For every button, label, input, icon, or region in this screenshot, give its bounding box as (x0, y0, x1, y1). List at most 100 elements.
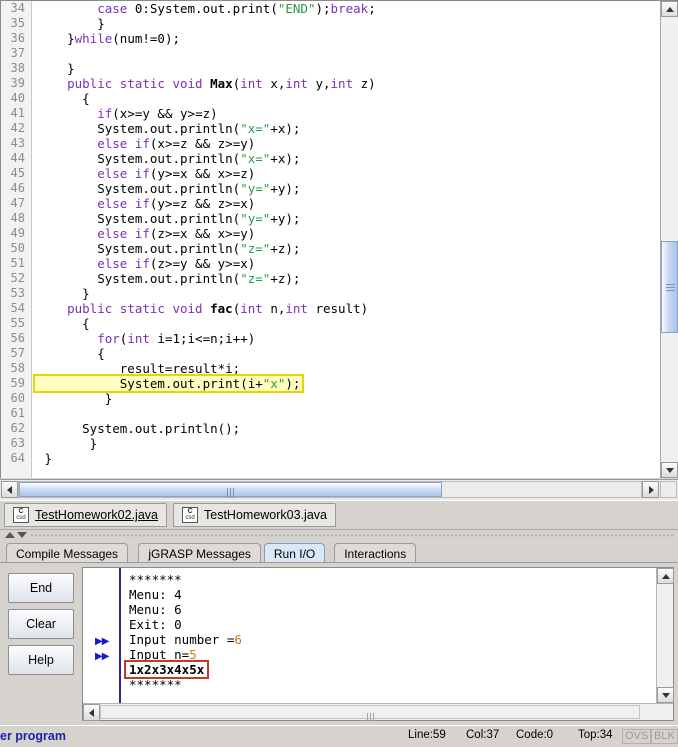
code-text: { (37, 316, 90, 331)
panel-tab[interactable]: Run I/O (263, 543, 326, 563)
code-editor-panel: 34 case 0:System.out.print("END");break;… (0, 0, 678, 478)
code-line: 50 System.out.println("z="+z); (1, 241, 660, 256)
code-line: 58 result=result*i; (1, 361, 660, 376)
splitter-collapse-down-icon[interactable] (17, 532, 27, 538)
console-scroll-up-button[interactable] (657, 568, 674, 584)
console-horizontal-scrollbar[interactable] (83, 703, 673, 721)
status-line: Line:59 (408, 729, 446, 741)
arrow-down-icon (665, 468, 674, 473)
line-number: 46 (10, 181, 25, 195)
status-top: Top:34 (578, 729, 613, 741)
code-text: System.out.print(i+"x"); (32, 374, 305, 393)
status-message: er program (0, 729, 66, 743)
code-text: } (37, 436, 98, 451)
code-text: System.out.println("y="+y); (37, 181, 301, 196)
code-text: } (37, 391, 113, 406)
line-number: 34 (10, 1, 25, 15)
code-line: 51 else if(z>=y && y>=x) (1, 256, 660, 271)
end-button[interactable]: End (8, 573, 74, 603)
code-text: } (37, 451, 53, 466)
line-number: 38 (10, 61, 25, 75)
console-scroll-left-button[interactable] (83, 704, 100, 721)
panel-tab[interactable]: Compile Messages (6, 543, 129, 563)
arrow-up-icon (661, 574, 670, 579)
scroll-up-button[interactable] (661, 1, 678, 17)
code-text-area[interactable]: 34 case 0:System.out.print("END");break;… (1, 1, 660, 478)
code-text: System.out.println("x="+x); (37, 121, 301, 136)
code-line: 55 { (1, 316, 660, 331)
line-number: 39 (10, 76, 25, 90)
code-line: 34 case 0:System.out.print("END");break; (1, 1, 660, 16)
line-number: 60 (10, 391, 25, 405)
scroll-grip-icon (665, 284, 675, 293)
code-line: 46 System.out.println("y="+y); (1, 181, 660, 196)
editor-horizontal-scrollbar[interactable] (0, 479, 678, 500)
console-output[interactable]: ******* Menu: 4 Menu: 6 Exit: 0 ▶▶ Input numb… (83, 568, 656, 703)
line-number: 53 (10, 286, 25, 300)
console-text: Input number =6 (129, 632, 242, 647)
console-scroll-down-button[interactable] (657, 687, 674, 703)
line-number: 41 (10, 106, 25, 120)
panel-tab-bar: Compile Messages jGRASP Messages Run I/O In… (0, 541, 678, 563)
code-line: 36 }while(num!=0); (1, 31, 660, 46)
code-line: 37 (1, 46, 660, 61)
arrow-left-icon (7, 486, 12, 494)
line-number: 45 (10, 166, 25, 180)
status-code: Code:0 (516, 729, 554, 741)
horizontal-scroll-track[interactable] (18, 481, 642, 498)
code-line: 38 } (1, 61, 660, 76)
line-number: 59 (10, 376, 25, 390)
vertical-scroll-thumb[interactable] (661, 241, 678, 333)
code-text: { (37, 91, 90, 106)
arrow-down-icon (661, 693, 670, 698)
scrollbar-corner (660, 481, 677, 498)
panel-tab-label: Compile Messages (16, 546, 119, 561)
code-line: 43 else if(x>=z && z>=y) (1, 136, 660, 151)
console-text: ******* (129, 677, 182, 692)
code-text: else if(y>=z && z>=x) (97, 196, 256, 211)
console-container: ******* Menu: 4 Menu: 6 Exit: 0 ▶▶ Input numb… (82, 567, 674, 721)
console-horizontal-scroll-thumb[interactable] (100, 705, 640, 721)
code-line: 35 } (1, 16, 660, 31)
scroll-right-button[interactable] (642, 481, 659, 498)
panel-tab[interactable]: jGRASP Messages (138, 543, 261, 563)
console-line: ******* (83, 572, 656, 587)
line-number: 36 (10, 31, 25, 45)
editor-vertical-scrollbar[interactable] (660, 1, 678, 478)
line-number: 43 (10, 136, 25, 150)
panel-tab-label: jGRASP Messages (148, 546, 251, 561)
code-text: System.out.println("z="+z); (37, 271, 301, 286)
help-button[interactable]: Help (8, 645, 74, 675)
arrow-right-icon (649, 486, 654, 494)
panel-tab[interactable]: Interactions (334, 543, 417, 563)
file-tab[interactable]: Ccsd TestHomework02.java (4, 503, 167, 527)
status-bar: er program Line:59 Col:37 Code:0 Top:34 … (0, 725, 678, 747)
line-number: 51 (10, 256, 25, 270)
code-line: 59 System.out.print(i+"x"); (1, 374, 660, 393)
code-line: 42 System.out.println("x="+x); (1, 121, 660, 136)
console-text: Menu: 4 (129, 587, 182, 602)
scroll-down-button[interactable] (661, 462, 678, 478)
console-input-value: 5 (189, 647, 197, 662)
file-tab[interactable]: Ccsd TestHomework03.java (173, 503, 336, 527)
block-indicator: BLK (651, 729, 678, 744)
line-number: 62 (10, 421, 25, 435)
console-vertical-scrollbar[interactable] (656, 568, 674, 703)
code-text: } (37, 286, 90, 301)
horizontal-scroll-thumb[interactable] (19, 482, 442, 498)
line-number: 35 (10, 16, 25, 30)
panel-splitter[interactable] (0, 529, 678, 541)
splitter-collapse-up-icon[interactable] (5, 532, 15, 538)
console-line: ******* (83, 677, 656, 692)
console-line: Exit: 0 (83, 617, 656, 632)
console-line: Menu: 6 (83, 602, 656, 617)
scroll-left-button[interactable] (1, 481, 18, 498)
console-lines: ******* Menu: 4 Menu: 6 Exit: 0 ▶▶ Input numb… (83, 572, 656, 692)
csd-file-icon: Ccsd (13, 507, 29, 523)
line-number: 37 (10, 46, 25, 60)
clear-button[interactable]: Clear (8, 609, 74, 639)
code-line: 45 else if(y>=x && x>=z) (1, 166, 660, 181)
code-text: else if(y>=x && x>=z) (97, 166, 256, 181)
code-line: 62 System.out.println(); (1, 421, 660, 436)
code-text: if(x>=y && y>=z) (97, 106, 218, 121)
